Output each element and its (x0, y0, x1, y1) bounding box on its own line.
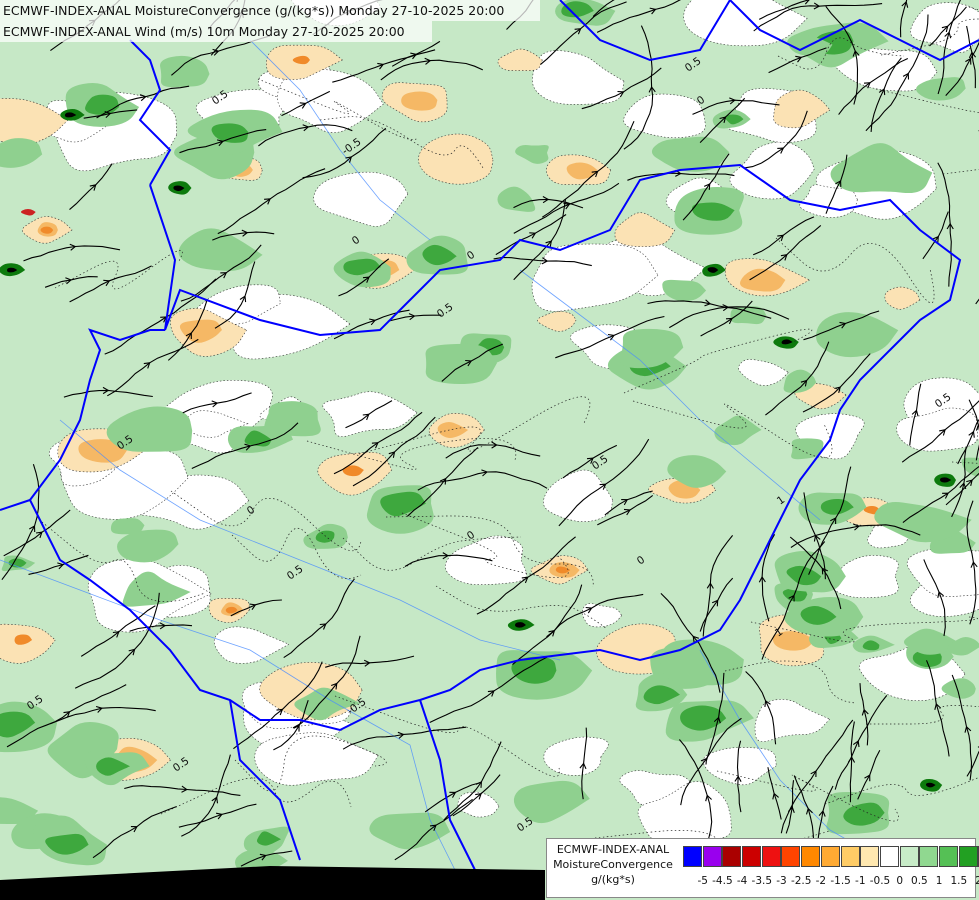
legend-tick-labels: -5 -4.5 -4 -3.5 -3 -2.5 -2 -1.5 -1 -0.5 0 0.5 1 1.5 2 (683, 875, 979, 891)
color-legend: ECMWF-INDEX-ANAL MoistureConvergence g/(… (546, 838, 979, 898)
legend-tick-label: -5 (697, 875, 708, 887)
legend-tick-label: 1 (935, 875, 943, 887)
legend-tick-label: 0 (896, 875, 904, 887)
legend-swatch (840, 846, 860, 867)
legend-tick-label: -3.5 (751, 875, 773, 887)
legend-title-unit: g/(kg*s) (591, 873, 635, 886)
legend-tick-label: 1.5 (950, 875, 968, 887)
legend-swatch (742, 846, 762, 867)
legend-title-model: ECMWF-INDEX-ANAL (556, 843, 670, 856)
legend-tick-label: -1 (855, 875, 866, 887)
legend-title: ECMWF-INDEX-ANAL MoistureConvergence g/(… (549, 842, 677, 887)
legend-swatch (919, 846, 939, 867)
legend-swatch (722, 846, 742, 867)
legend-swatch (761, 846, 781, 867)
legend-swatch (879, 846, 899, 867)
legend-swatch (702, 846, 722, 867)
moisture-convergence-map: 0.5-0.500.5000.500.51-0.50.50.50.510.500… (0, 0, 979, 900)
legend-swatch (683, 846, 702, 867)
legend-swatch (801, 846, 821, 867)
legend-swatch (958, 846, 978, 867)
wind-header: ECMWF-INDEX-ANAL Wind (m/s) 10m Monday 2… (0, 21, 432, 42)
moisture-convergence-header: ECMWF-INDEX-ANAL MoistureConvergence (g/… (0, 0, 540, 21)
legend-tick-label: -3 (776, 875, 787, 887)
legend-tick-label: -2 (815, 875, 827, 887)
legend-swatch (860, 846, 880, 867)
legend-title-parameter: MoistureConvergence (553, 858, 673, 871)
legend-tick-label: -1.5 (830, 875, 851, 887)
map-viewport[interactable]: 0.5 -0.5 0 0.5 0 0 0.5 0 0.5 1 -0.5 0.5 0.5 0.5 1 0.5 0 0… (0, 0, 979, 900)
legend-tick-label: 0.5 (911, 875, 928, 887)
legend-swatches (683, 846, 979, 867)
legend-tick-label: -0.5 (869, 875, 891, 887)
legend-swatch (820, 846, 840, 867)
legend-swatch (899, 846, 919, 867)
legend-tick-label: -2.5 (790, 875, 812, 887)
legend-tick-label: 2 (975, 875, 979, 887)
legend-swatch (781, 846, 801, 867)
convergence-area (425, 343, 497, 385)
legend-tick-label: -4.5 (712, 875, 733, 887)
legend-tick-label: -4 (736, 875, 748, 887)
legend-swatch (938, 846, 958, 867)
